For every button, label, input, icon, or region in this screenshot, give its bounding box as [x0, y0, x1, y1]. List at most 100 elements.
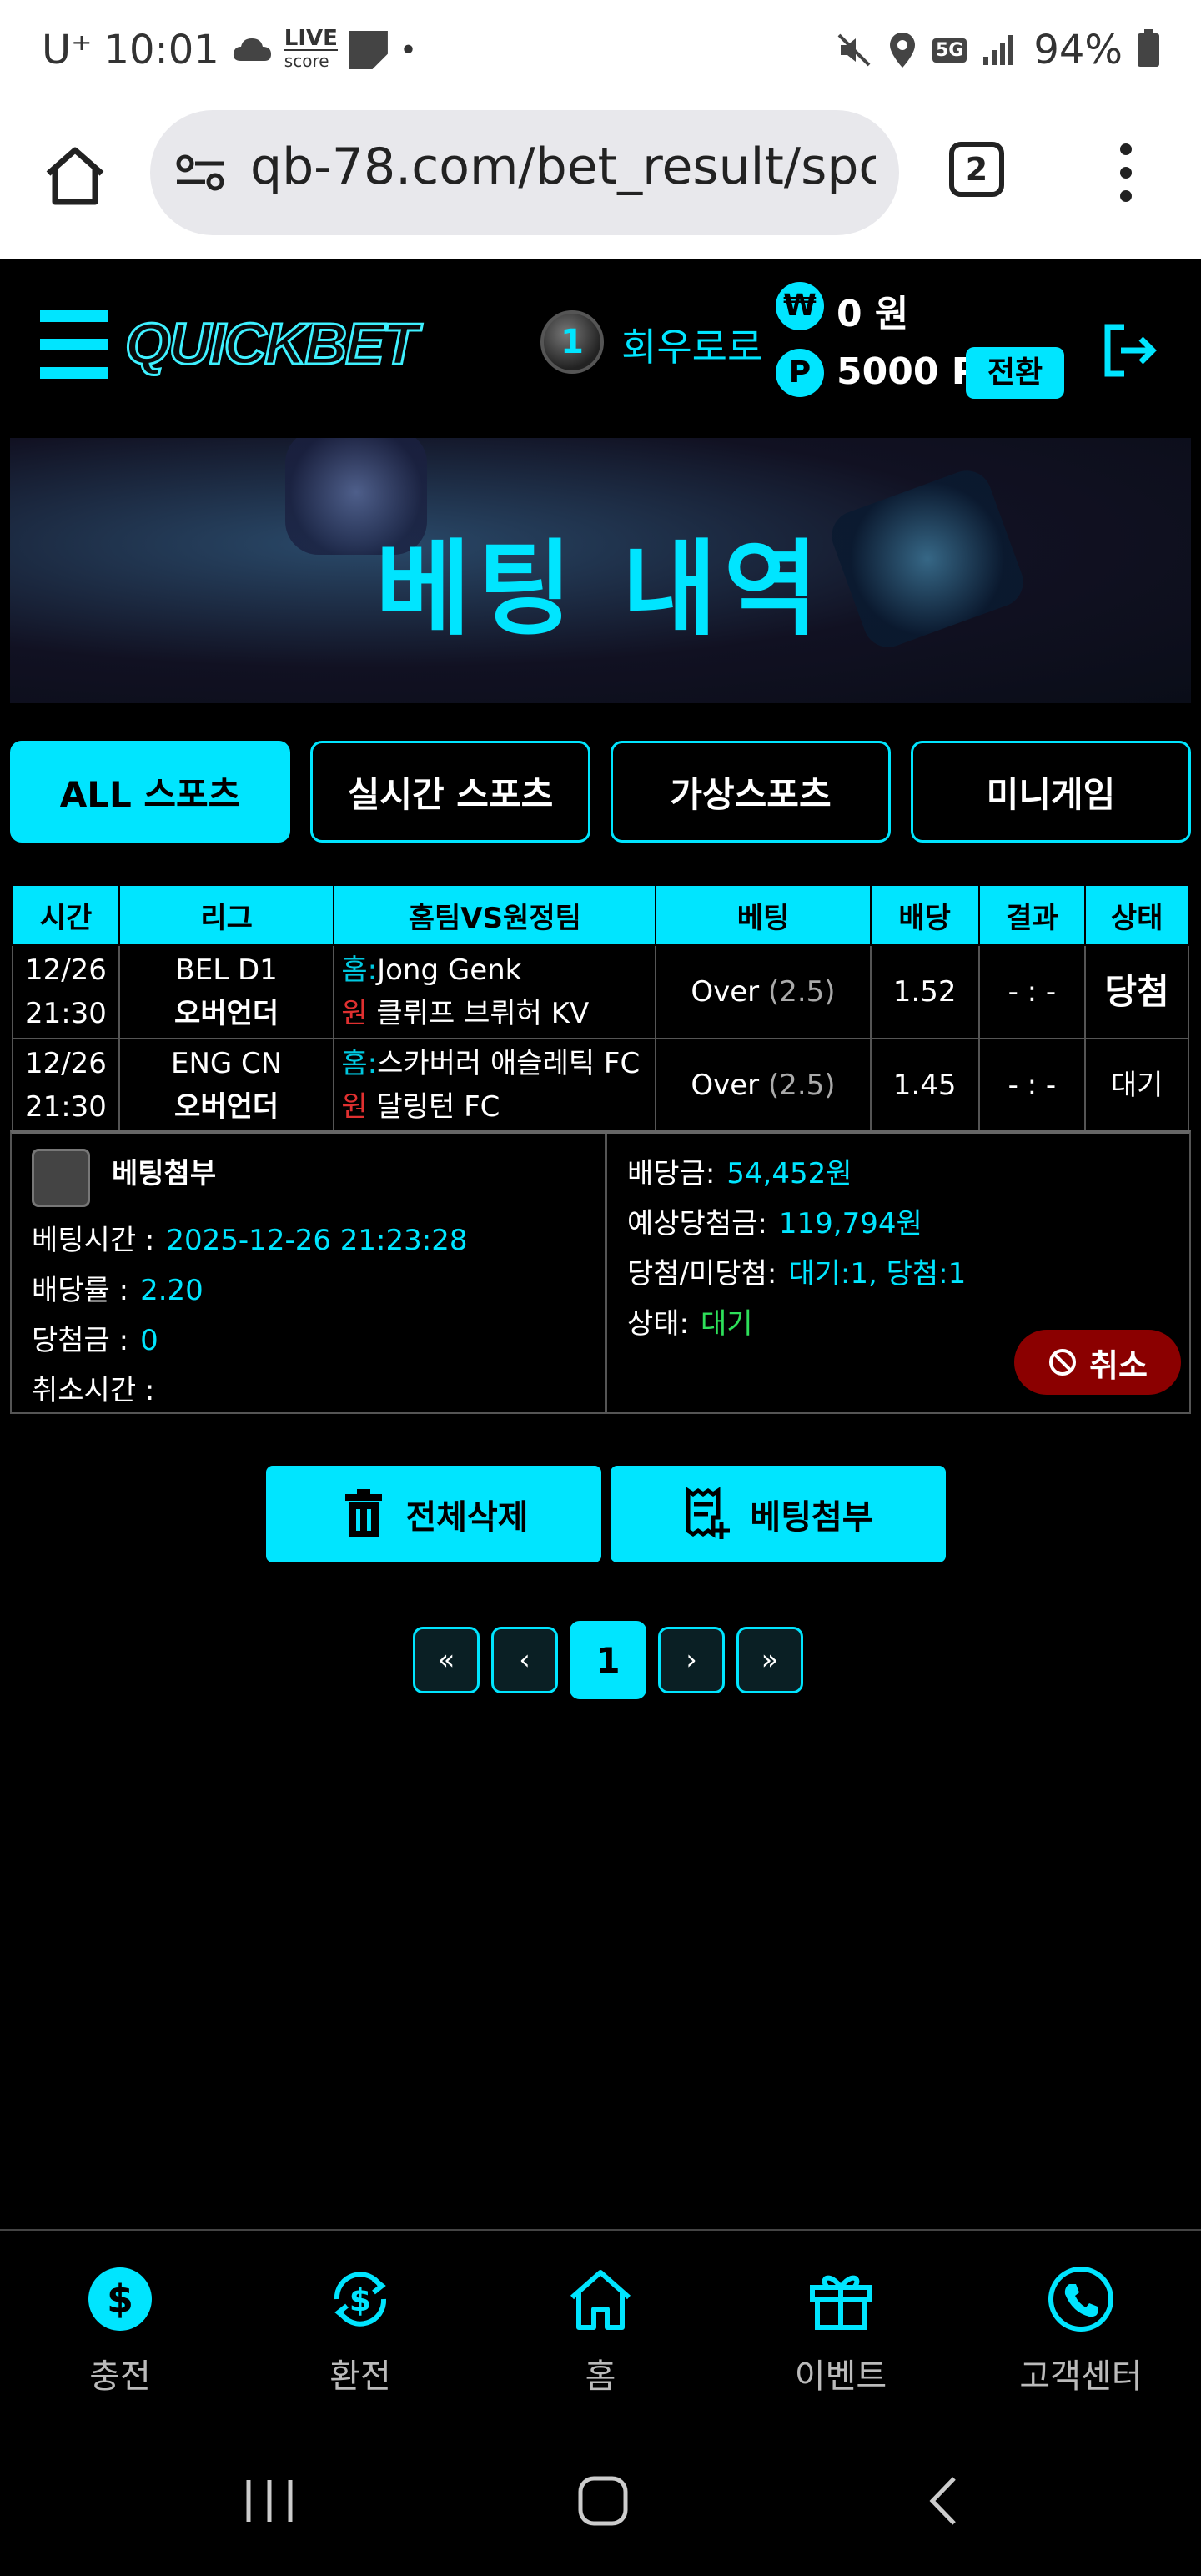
odds-row: 배당률 :2.20 [32, 1274, 204, 1307]
bottom-navigation: $ 충전 $ 환전 홈 이벤트 고객센터 [0, 2229, 1201, 2428]
recent-apps-icon[interactable] [242, 2473, 297, 2528]
signal-icon [983, 35, 1014, 65]
logout-icon[interactable] [1099, 320, 1159, 380]
browser-home-icon[interactable] [40, 140, 110, 210]
menu-icon[interactable] [40, 310, 108, 379]
table-row: 12/26 21:30 BEL D1 오버언더 홈:Jong Genk 원 클뤼프 … [12, 944, 1189, 1039]
nav-withdraw[interactable]: $ 환전 [240, 2231, 480, 2428]
back-icon[interactable] [917, 2473, 972, 2528]
clock: 10:01 [103, 27, 219, 73]
table-header-row: 시간 리그 홈팀VS원정팀 베팅 배당 결과 상태 [12, 884, 1189, 946]
bet-time-cell: 12/26 21:30 [12, 1038, 120, 1133]
browser-menu-icon[interactable] [1118, 143, 1134, 204]
column-header-result: 결과 [977, 884, 1087, 946]
nav-event[interactable]: 이벤트 [721, 2231, 961, 2428]
site-logo[interactable]: QUICKBET [124, 310, 420, 378]
gift-icon [810, 2275, 872, 2330]
bet-summary: 베팅첨부 베팅시간 :2025-12-26 21:23:28 배당률 :2.20… [10, 1130, 1191, 1414]
url-text[interactable]: qb-78.com/bet_result/spc [250, 138, 876, 196]
win-lose-row: 당첨/미당첨: 대기:1, 당첨:1 [627, 1257, 967, 1291]
tab-switcher-button[interactable]: 2 [949, 142, 1004, 197]
nav-support[interactable]: 고객센터 [961, 2231, 1201, 2428]
site-settings-icon[interactable] [175, 152, 225, 194]
page-last-button[interactable]: » [736, 1627, 803, 1693]
attach-checkbox[interactable] [32, 1149, 90, 1207]
table-row: 12/26 21:30 ENG CN 오버언더 홈:스카버러 애슬레틱 FC 원 달… [12, 1038, 1189, 1133]
cancel-time-row: 취소시간 : [32, 1374, 155, 1407]
bet-history-table: 시간 리그 홈팀VS원정팀 베팅 배당 결과 상태 12/26 21:30 BEL… [12, 884, 1189, 1133]
page-banner: 베팅 내역 [10, 438, 1191, 703]
notification-app-icon [349, 31, 388, 69]
stake-row: 배당금: 54,452원 [627, 1157, 852, 1190]
exchange-dollar-icon: $ [334, 2272, 387, 2327]
carrier-label: U⁺ [42, 27, 93, 73]
tab-mini-game[interactable]: 미니게임 [911, 741, 1191, 843]
column-header-league: 리그 [118, 884, 335, 946]
bet-time-row: 베팅시간 :2025-12-26 21:23:28 [32, 1224, 468, 1257]
bet-cell: Over (2.5) [655, 1038, 872, 1133]
page-current-button[interactable]: 1 [570, 1621, 646, 1699]
system-navigation-bar [0, 2428, 1201, 2576]
status-cell: 당첨 [1084, 944, 1189, 1039]
win-amount-row: 당첨금 :0 [32, 1324, 158, 1357]
level-badge: 1 [540, 310, 604, 374]
tab-live-sports[interactable]: 실시간 스포츠 [310, 741, 590, 843]
dollar-circle-icon: $ [88, 2267, 152, 2331]
nav-deposit[interactable]: $ 충전 [0, 2231, 240, 2428]
league-cell: ENG CN 오버언더 [118, 1038, 335, 1133]
delete-all-button[interactable]: 전체삭제 [266, 1466, 601, 1562]
receipt-add-icon [686, 1487, 731, 1539]
point-balance: 5000 P [837, 350, 979, 393]
league-cell: BEL D1 오버언더 [118, 944, 335, 1039]
page-first-button[interactable]: « [413, 1627, 480, 1693]
attach-label: 베팅첨부 [112, 1157, 217, 1190]
result-cell: - : - [977, 1038, 1087, 1133]
battery-percent: 94% [1033, 27, 1123, 73]
notification-dot: • [399, 33, 418, 68]
attach-bet-button[interactable]: 베팅첨부 [611, 1466, 946, 1562]
cloud-icon [233, 38, 271, 61]
home-nav-icon[interactable] [575, 2473, 631, 2528]
page-title: 베팅 내역 [375, 530, 826, 650]
tab-all-sports[interactable]: ALL 스포츠 [10, 741, 290, 843]
bet-cell: Over (2.5) [655, 944, 872, 1039]
nav-home[interactable]: 홈 [480, 2231, 721, 2428]
browser-toolbar: qb-78.com/bet_result/spc 2 [0, 108, 1201, 259]
svg-text:$: $ [107, 2277, 133, 2322]
column-header-time: 시간 [12, 884, 120, 946]
trash-icon [345, 1489, 383, 1537]
status-row: 상태: 대기 [627, 1307, 753, 1341]
sport-tabs: ALL 스포츠 실시간 스포츠 가상스포츠 미니게임 [10, 741, 1191, 843]
convert-button[interactable]: 전환 [966, 347, 1064, 399]
page-next-button[interactable]: › [658, 1627, 725, 1693]
pagination: « ‹ 1 › » [413, 1621, 803, 1699]
svg-text:$: $ [349, 2282, 371, 2318]
network-type: 5G [932, 38, 967, 63]
battery-icon [1138, 29, 1159, 67]
result-cell: - : - [977, 944, 1087, 1039]
status-cell: 대기 [1084, 1038, 1189, 1133]
cancel-button[interactable]: 취소 [1014, 1330, 1181, 1395]
bet-time-cell: 12/26 21:30 [12, 944, 120, 1039]
point-icon: P [776, 349, 824, 397]
home-icon [570, 2270, 631, 2330]
location-icon [889, 33, 915, 68]
phone-icon [1048, 2267, 1113, 2332]
ban-icon [1049, 1349, 1077, 1376]
username[interactable]: 회우로로 [621, 317, 762, 372]
odds-cell: 1.45 [869, 1038, 980, 1133]
mute-icon [837, 33, 871, 67]
teams-cell: 홈:스카버러 애슬레틱 FC 원 달링턴 FC [333, 1038, 657, 1133]
money-balance: 0 원 [837, 293, 909, 335]
site-header: QUICKBET 1 회우로로 ₩ 0 원 P 5000 P 전환 [0, 259, 1201, 438]
page-prev-button[interactable]: ‹ [491, 1627, 558, 1693]
odds-cell: 1.52 [869, 944, 980, 1039]
summary-left: 베팅첨부 베팅시간 :2025-12-26 21:23:28 배당률 :2.20… [12, 1134, 607, 1412]
live-score-icon: LIVE score [284, 26, 338, 71]
won-icon: ₩ [776, 282, 824, 330]
expected-win-row: 예상당첨금: 119,794원 [627, 1207, 922, 1240]
tab-virtual-sports[interactable]: 가상스포츠 [611, 741, 891, 843]
column-header-status: 상태 [1084, 884, 1189, 946]
teams-cell: 홈:Jong Genk 원 클뤼프 브뤼허 KV [333, 944, 657, 1039]
column-header-odds: 배당 [869, 884, 980, 946]
